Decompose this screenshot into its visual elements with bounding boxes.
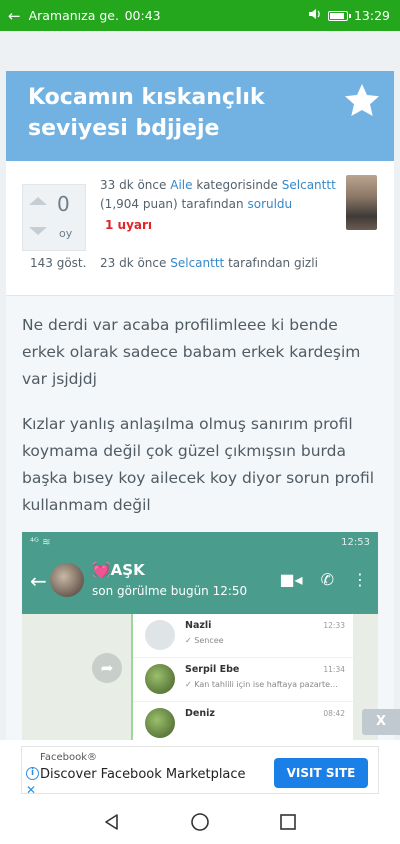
question-page: Kocamın kıskançlık seviyesi bdjjeje 0 oy…: [6, 71, 394, 740]
hidden-time: 23 dk önce: [100, 256, 167, 270]
vote-unit: oy: [59, 227, 73, 240]
contact-avatar: [145, 664, 175, 694]
video-call-icon: ■◂: [279, 570, 303, 589]
close-ad-button[interactable]: X: [362, 709, 400, 735]
by-label: tarafından: [181, 197, 244, 211]
nav-home-icon[interactable]: [190, 812, 210, 832]
embedded-clock: 12:53: [341, 537, 370, 548]
phone-icon: ✆: [320, 570, 334, 589]
view-count: 143 göst.: [30, 256, 87, 270]
author-points: (1,904 puan): [100, 197, 178, 211]
contact-avatar: [145, 708, 175, 738]
author-link[interactable]: Selcanttt: [282, 178, 336, 192]
ad-banner: i ✕ Facebook® Discover Facebook Marketpl…: [0, 740, 400, 800]
favorite-star-icon[interactable]: [344, 83, 380, 117]
contact-message: ✓ Sencee: [185, 636, 224, 645]
category-suffix: kategorisinde: [196, 178, 278, 192]
asked-link[interactable]: soruldu: [247, 197, 292, 211]
question-header: Kocamın kıskançlık seviyesi bdjjeje: [6, 71, 394, 161]
forward-icon: ➦: [92, 653, 122, 683]
contact-name: Serpil Ebe: [185, 664, 240, 675]
embedded-status-bar: ⁴ᴳ ≋ 12:53: [22, 532, 378, 553]
contact-time: 08:42: [323, 709, 345, 718]
system-nav-bar: [0, 800, 400, 844]
contact-avatar: [145, 620, 175, 650]
info-icon[interactable]: i: [26, 767, 39, 780]
vote-count: 0: [57, 192, 70, 216]
contact-name: Deniz: [185, 708, 215, 719]
ongoing-call-label[interactable]: Aramanıza ge...: [29, 8, 119, 23]
close-icon[interactable]: ✕: [26, 783, 36, 797]
question-body: Ne derdi var acaba profilimleee ki bende…: [6, 312, 394, 519]
question-meta: 0 oy 33 dk önce Aile kategorisinde Selca…: [6, 161, 394, 296]
hidden-author-link[interactable]: Selcanttt: [170, 256, 224, 270]
asked-time: 33 dk önce: [100, 178, 167, 192]
question-title: Kocamın kıskançlık seviyesi bdjjeje: [28, 85, 265, 141]
contact-message: ✓ Kan tahlili için ise haftaya pazarte..…: [185, 680, 338, 689]
ad-source: Facebook®: [40, 752, 97, 763]
vote-up-icon[interactable]: [29, 197, 47, 205]
contact-time: 11:34: [323, 665, 345, 674]
volume-icon: [308, 8, 322, 23]
embedded-chat-name: 💓AŞK: [92, 561, 145, 579]
vote-down-icon[interactable]: [29, 227, 47, 235]
question-paragraph-1: Ne derdi var acaba profilimleee ki bende…: [22, 316, 361, 388]
list-item: Deniz 08:42: [133, 702, 353, 740]
more-options-icon: ⋮: [352, 570, 368, 589]
embedded-contact-list: Nazli ✓ Sencee 12:33 Serpil Ebe ✓ Kan ta…: [133, 614, 353, 740]
contact-name: Nazli: [185, 620, 212, 631]
embedded-last-seen: son görülme bugün 12:50: [92, 584, 248, 598]
call-timer: 00:43: [124, 8, 161, 23]
hidden-suffix: tarafından gizli: [228, 256, 318, 270]
category-link[interactable]: Aile: [170, 178, 192, 192]
ad-card[interactable]: i ✕ Facebook® Discover Facebook Marketpl…: [21, 746, 379, 797]
warning-badge[interactable]: 1 uyarı: [105, 216, 152, 235]
clock: 13:29: [353, 8, 390, 23]
author-avatar[interactable]: [346, 175, 377, 230]
battery-icon: [327, 10, 351, 21]
embedded-chat-avatar: [50, 563, 84, 597]
ad-title[interactable]: Discover Facebook Marketplace: [40, 767, 246, 782]
list-item: Nazli ✓ Sencee 12:33: [133, 614, 353, 658]
embedded-signal-icon: ⁴ᴳ ≋: [30, 537, 51, 548]
embedded-whatsapp-screenshot[interactable]: ⁴ᴳ ≋ 12:53 ← 💓AŞK son görülme bugün 12:5…: [22, 532, 378, 740]
list-item: Serpil Ebe ✓ Kan tahlili için ise haftay…: [133, 658, 353, 702]
hidden-info: 23 dk önce Selcanttt tarafından gizli: [100, 256, 318, 270]
back-arrow-icon[interactable]: ←: [8, 7, 21, 25]
top-spacer: [0, 31, 400, 71]
nav-back-icon[interactable]: [102, 812, 122, 832]
question-paragraph-2: Kızlar yanlış anlaşılma olmuş sanırım pr…: [22, 415, 375, 514]
status-bar: ← Aramanıza ge... 00:43 13:29: [0, 0, 400, 31]
visit-site-button[interactable]: VISIT SITE: [274, 758, 368, 788]
embedded-chat-header: ← 💓AŞK son görülme bugün 12:50 ■◂ ✆ ⋮: [22, 553, 378, 614]
vote-box: 0 oy: [22, 184, 86, 251]
nav-recents-icon[interactable]: [278, 812, 298, 832]
contact-time: 12:33: [323, 621, 345, 630]
question-info: 33 dk önce Aile kategorisinde Selcanttt …: [100, 176, 346, 235]
embedded-back-icon: ←: [30, 569, 47, 593]
